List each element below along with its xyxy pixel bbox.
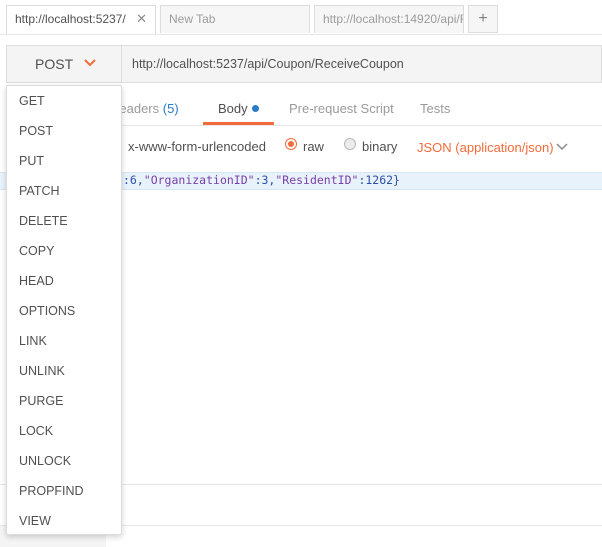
tab-label: New Tab [169,12,216,26]
tab-localhost-14920[interactable]: http://localhost:14920/api/F [314,5,464,33]
body-type-binary-label[interactable]: binary [362,139,397,154]
method-option-put[interactable]: PUT [7,146,121,176]
method-select-button[interactable]: POST [6,45,122,83]
method-option-purge[interactable]: PURGE [7,386,121,416]
tab-tests[interactable]: Tests [420,101,450,125]
modified-dot-icon [251,105,259,112]
tab-new-tab[interactable]: New Tab [160,5,310,33]
body-type-raw-radio[interactable] [285,138,297,150]
body-type-binary-radio[interactable] [344,138,356,150]
method-option-options[interactable]: OPTIONS [7,296,121,326]
method-option-get[interactable]: GET [7,86,121,116]
close-icon[interactable]: ✕ [136,6,147,32]
headers-count-badge: (5) [162,101,179,116]
tab-label: http://localhost:14920/api/F [323,12,464,26]
method-option-head[interactable]: HEAD [7,266,121,296]
method-option-lock[interactable]: LOCK [7,416,121,446]
code-number: :1262} [358,173,400,187]
chevron-down-icon [84,59,96,67]
tab-body-label: Body [218,101,248,116]
method-option-delete[interactable]: DELETE [7,206,121,236]
method-label: POST [35,56,74,72]
code-number: :6, [123,173,144,187]
method-option-post[interactable]: POST [7,116,121,146]
method-option-patch[interactable]: PATCH [7,176,121,206]
tab-localhost-5237[interactable]: http://localhost:5237/ ✕ [6,5,156,35]
method-option-propfind[interactable]: PROPFIND [7,476,121,506]
body-type-urlencoded-label[interactable]: x-www-form-urlencoded [128,139,266,154]
method-option-link[interactable]: LINK [7,326,121,356]
code-number: :3, [254,173,276,187]
method-option-unlink[interactable]: UNLINK [7,356,121,386]
code-key: "ResidentID" [275,173,359,187]
method-option-copy[interactable]: COPY [7,236,121,266]
body-type-raw-label[interactable]: raw [303,139,324,154]
tab-pre-request-script[interactable]: Pre-request Script [289,101,394,125]
tab-divider [0,34,602,35]
method-dropdown-menu: GET POST PUT PATCH DELETE COPY HEAD OPTI… [6,85,122,535]
method-option-unlock[interactable]: UNLOCK [7,446,121,476]
tab-label: http://localhost:5237/ [15,12,126,26]
plus-icon[interactable]: + [468,5,498,33]
chevron-down-icon[interactable] [555,142,569,152]
method-option-view[interactable]: VIEW [7,506,121,536]
content-type-select[interactable]: JSON (application/json) [417,140,554,155]
url-input[interactable]: http://localhost:5237/api/Coupon/Receive… [122,45,602,83]
code-key: "OrganizationID" [143,173,255,187]
body-editor[interactable]: :6,"OrganizationID":3,"ResidentID":1262} [123,172,400,188]
